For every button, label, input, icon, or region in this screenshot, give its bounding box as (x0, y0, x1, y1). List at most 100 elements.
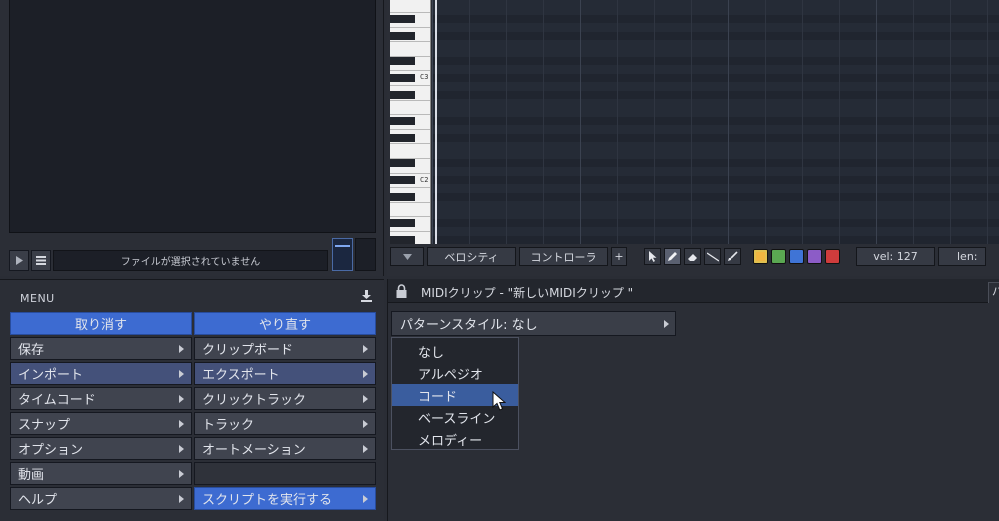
key-label-c2: C2 (420, 176, 429, 184)
preview-list-button[interactable] (31, 250, 51, 271)
pencil-tool-button[interactable] (664, 248, 681, 265)
clip-header: MIDIクリップ - "新しいMIDIクリップ " パ (388, 279, 999, 303)
note-color-green[interactable] (771, 249, 786, 264)
play-icon (16, 256, 23, 265)
file-preview-area (9, 0, 376, 233)
menu-item-label: エクスポート (202, 368, 280, 383)
velocity-readout[interactable]: vel: 127 (856, 247, 935, 266)
black-key[interactable] (390, 91, 415, 99)
menu-title: MENU (20, 292, 55, 305)
beat-line (913, 0, 914, 244)
beat-line (469, 0, 470, 244)
dropdown-option-arpeggio[interactable]: アルペジオ (392, 362, 518, 384)
black-key[interactable] (390, 74, 415, 82)
chevron-right-icon (179, 395, 184, 403)
preview-volume-slider[interactable] (332, 238, 353, 271)
piano-roll: C3 C2 ベロシティ コントローラ + vel: 127 len: (387, 0, 999, 276)
pointer-tool-button[interactable] (644, 248, 661, 265)
white-key-divider (390, 202, 430, 203)
playhead (435, 0, 437, 244)
menu-item-export[interactable]: エクスポート (194, 362, 376, 385)
eraser-tool-button[interactable] (684, 248, 701, 265)
white-key-divider (390, 41, 430, 42)
pattern-style-select[interactable]: パターンスタイル: なし (391, 311, 676, 336)
add-lane-button[interactable]: + (611, 247, 627, 266)
note-grid[interactable] (432, 0, 999, 244)
line-tool-icon (706, 251, 719, 262)
file-transport-bar: ファイルが選択されていません (9, 250, 328, 271)
brush-tool-icon (728, 251, 738, 261)
length-readout[interactable]: len: (938, 247, 986, 266)
black-key[interactable] (390, 176, 415, 184)
menu-item-options[interactable]: オプション (10, 437, 192, 460)
black-key[interactable] (390, 235, 415, 244)
white-key-divider (390, 143, 430, 144)
note-color-purple[interactable] (807, 249, 822, 264)
redo-button[interactable]: やり直す (194, 312, 376, 335)
menu-item-automation[interactable]: オートメーション (194, 437, 376, 460)
black-key[interactable] (390, 116, 415, 125)
controller-tab[interactable]: コントローラ (519, 247, 608, 266)
black-key[interactable] (390, 31, 415, 40)
chevron-right-icon (363, 495, 368, 503)
menu-item-label: オートメーション (202, 443, 306, 458)
menu-item-clipboard[interactable]: クリップボード (194, 337, 376, 360)
beat-line (543, 0, 544, 244)
note-color-blue[interactable] (789, 249, 804, 264)
bar-line (580, 0, 581, 244)
beat-line (654, 0, 655, 244)
lock-icon[interactable] (396, 284, 407, 298)
white-key-divider (390, 56, 430, 57)
dropdown-option-none[interactable]: なし (392, 340, 518, 362)
app-window: ファイルが選択されていません C3 C2 ベロシティ コントローラ + vel:… (0, 0, 999, 521)
brush-tool-button[interactable] (724, 248, 741, 265)
menu-item-timecode[interactable]: タイムコード (10, 387, 192, 410)
menu-item-label: タイムコード (18, 393, 96, 408)
menu-item-click-track[interactable]: クリックトラック (194, 387, 376, 410)
undo-button[interactable]: 取り消す (10, 312, 192, 335)
menu-item-snap[interactable]: スナップ (10, 412, 192, 435)
pattern-style-label: パターンスタイル: なし (400, 318, 538, 333)
dropdown-option-melody[interactable]: メロディー (392, 428, 518, 450)
note-color-yellow[interactable] (753, 249, 768, 264)
pointer-tool-icon (649, 251, 657, 262)
beat-line (839, 0, 840, 244)
keyboard-scroll-button[interactable] (390, 247, 424, 266)
file-status-text: ファイルが選択されていません (53, 250, 328, 271)
chevron-right-icon (179, 345, 184, 353)
preview-play-button[interactable] (9, 250, 29, 271)
download-icon[interactable] (361, 290, 372, 302)
menu-item-help[interactable]: ヘルプ (10, 487, 192, 510)
menu-item-save[interactable]: 保存 (10, 337, 192, 360)
white-key-divider (390, 27, 430, 28)
menu-item-run-script[interactable]: スクリプトを実行する (194, 487, 376, 510)
velocity-tab[interactable]: ベロシティ (427, 247, 516, 266)
black-key[interactable] (390, 193, 415, 201)
menu-item-label: ヘルプ (18, 493, 58, 508)
black-key[interactable] (390, 14, 415, 23)
white-key-divider (390, 70, 430, 71)
black-key[interactable] (390, 218, 415, 227)
black-key[interactable] (390, 159, 415, 167)
white-key-divider (390, 187, 430, 188)
beat-line (765, 0, 766, 244)
chevron-right-icon (179, 370, 184, 378)
menu-item-label: インポート (18, 368, 84, 383)
line-tool-button[interactable] (704, 248, 721, 265)
chevron-right-icon (179, 495, 184, 503)
mouse-cursor-icon (492, 391, 506, 411)
black-key[interactable] (390, 133, 415, 142)
chevron-right-icon (179, 470, 184, 478)
level-meter (355, 238, 376, 271)
white-key-divider (390, 216, 430, 217)
piano-keyboard[interactable]: C3 C2 (390, 0, 431, 244)
beat-line (617, 0, 618, 244)
menu-item-import[interactable]: インポート (10, 362, 192, 385)
tab-stub[interactable]: パ (988, 282, 999, 303)
menu-item-label: オプション (18, 443, 84, 458)
note-color-red[interactable] (825, 249, 840, 264)
menu-item-track[interactable]: トラック (194, 412, 376, 435)
menu-item-video[interactable]: 動画 (10, 462, 192, 485)
menu-item-label: スナップ (18, 418, 71, 433)
black-key[interactable] (390, 57, 415, 65)
